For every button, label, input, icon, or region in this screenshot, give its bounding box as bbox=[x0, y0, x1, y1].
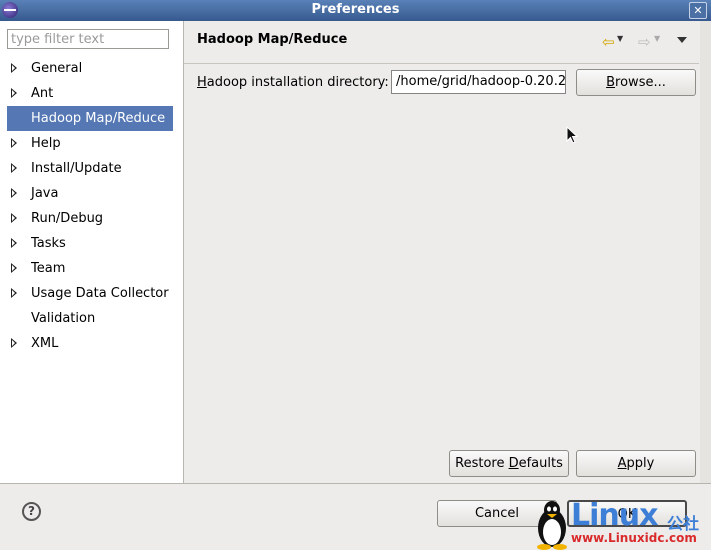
tree-item-help[interactable]: Help bbox=[0, 131, 183, 156]
tree-item-label: Usage Data Collector bbox=[31, 286, 169, 301]
button-text: rowse... bbox=[615, 75, 666, 90]
hadoop-dir-input[interactable]: /home/grid/hadoop-0.20.2 bbox=[391, 70, 566, 94]
preference-tree: General Ant Hadoop Map/Reduce Help Insta… bbox=[0, 56, 183, 356]
expand-arrow-icon[interactable] bbox=[11, 338, 17, 348]
expand-arrow-icon[interactable] bbox=[11, 288, 17, 298]
button-text: efaults bbox=[518, 456, 563, 471]
mnemonic: D bbox=[508, 456, 519, 471]
tree-item-label: Tasks bbox=[31, 236, 66, 251]
forward-history-dropdown-icon[interactable]: ▼ bbox=[654, 34, 660, 43]
expand-arrow-icon[interactable] bbox=[11, 63, 17, 73]
expand-arrow-icon[interactable] bbox=[11, 213, 17, 223]
tree-item-label: Java bbox=[31, 186, 59, 201]
button-text: Restore bbox=[455, 456, 509, 471]
expand-arrow-icon[interactable] bbox=[11, 238, 17, 248]
tree-item-ant[interactable]: Ant bbox=[0, 81, 183, 106]
forward-arrow-icon[interactable]: ⇨ bbox=[638, 33, 651, 51]
tree-item-label: Validation bbox=[31, 311, 96, 326]
filter-input[interactable]: type filter text bbox=[7, 29, 169, 49]
close-icon[interactable]: ✕ bbox=[689, 2, 707, 19]
hadoop-dir-label: Hadoop installation directory: bbox=[197, 75, 389, 90]
preference-tree-pane: type filter text General Ant Hadoop Map/… bbox=[0, 21, 184, 483]
title-bar: Preferences ✕ bbox=[0, 0, 711, 21]
tree-item-label: General bbox=[31, 61, 83, 76]
preference-page: Hadoop Map/Reduce ⇦ ▼ ⇨ ▼ Hadoop install… bbox=[184, 21, 711, 483]
tree-item-tasks[interactable]: Tasks bbox=[0, 231, 183, 256]
watermark-brand: Linux bbox=[571, 498, 658, 533]
button-text: pply bbox=[626, 456, 655, 471]
tree-item-usage-data-collector[interactable]: Usage Data Collector bbox=[0, 281, 183, 306]
tux-penguin-logo bbox=[537, 501, 567, 550]
apply-button[interactable]: Apply bbox=[576, 450, 696, 477]
tree-item-label: XML bbox=[31, 336, 59, 351]
expand-arrow-icon[interactable] bbox=[11, 263, 17, 273]
back-history-dropdown-icon[interactable]: ▼ bbox=[617, 34, 623, 43]
mouse-cursor-icon bbox=[566, 126, 578, 144]
tree-item-hadoop-map-reduce[interactable]: Hadoop Map/Reduce bbox=[0, 106, 183, 131]
tree-item-label: Ant bbox=[31, 86, 54, 101]
mnemonic: B bbox=[606, 75, 616, 90]
header-separator bbox=[184, 63, 699, 64]
mnemonic: A bbox=[617, 456, 627, 471]
tree-item-run-debug[interactable]: Run/Debug bbox=[0, 206, 183, 231]
help-icon[interactable]: ? bbox=[22, 502, 41, 521]
tree-item-xml[interactable]: XML bbox=[0, 331, 183, 356]
tree-item-java[interactable]: Java bbox=[0, 181, 183, 206]
tree-item-label: Help bbox=[31, 136, 61, 151]
expand-arrow-icon[interactable] bbox=[11, 138, 17, 148]
tree-item-validation[interactable]: Validation bbox=[0, 306, 183, 331]
footer-separator bbox=[0, 483, 711, 484]
label-text: adoop installation directory: bbox=[206, 75, 389, 90]
expand-arrow-icon[interactable] bbox=[11, 163, 17, 173]
tree-item-label: Hadoop Map/Reduce bbox=[31, 111, 166, 126]
view-menu-icon[interactable] bbox=[677, 37, 687, 43]
tree-item-label: Run/Debug bbox=[31, 211, 104, 226]
expand-arrow-icon[interactable] bbox=[11, 188, 17, 198]
tree-item-label: Team bbox=[31, 261, 66, 276]
tree-item-label: Install/Update bbox=[31, 161, 122, 176]
tree-item-install-update[interactable]: Install/Update bbox=[0, 156, 183, 181]
expand-arrow-icon[interactable] bbox=[11, 88, 17, 98]
tree-item-team[interactable]: Team bbox=[0, 256, 183, 281]
page-title: Hadoop Map/Reduce bbox=[197, 32, 348, 47]
back-arrow-icon[interactable]: ⇦ bbox=[602, 33, 615, 51]
watermark: Linux 公社 www.Linuxidc.com bbox=[533, 498, 711, 550]
background-window-edge bbox=[700, 21, 711, 483]
browse-button[interactable]: Browse... bbox=[576, 69, 696, 96]
restore-defaults-button[interactable]: Restore Defaults bbox=[449, 450, 569, 477]
window-title: Preferences bbox=[311, 2, 400, 17]
mnemonic: H bbox=[197, 75, 207, 90]
watermark-url: www.Linuxidc.com bbox=[571, 531, 697, 545]
tree-item-general[interactable]: General bbox=[0, 56, 183, 81]
